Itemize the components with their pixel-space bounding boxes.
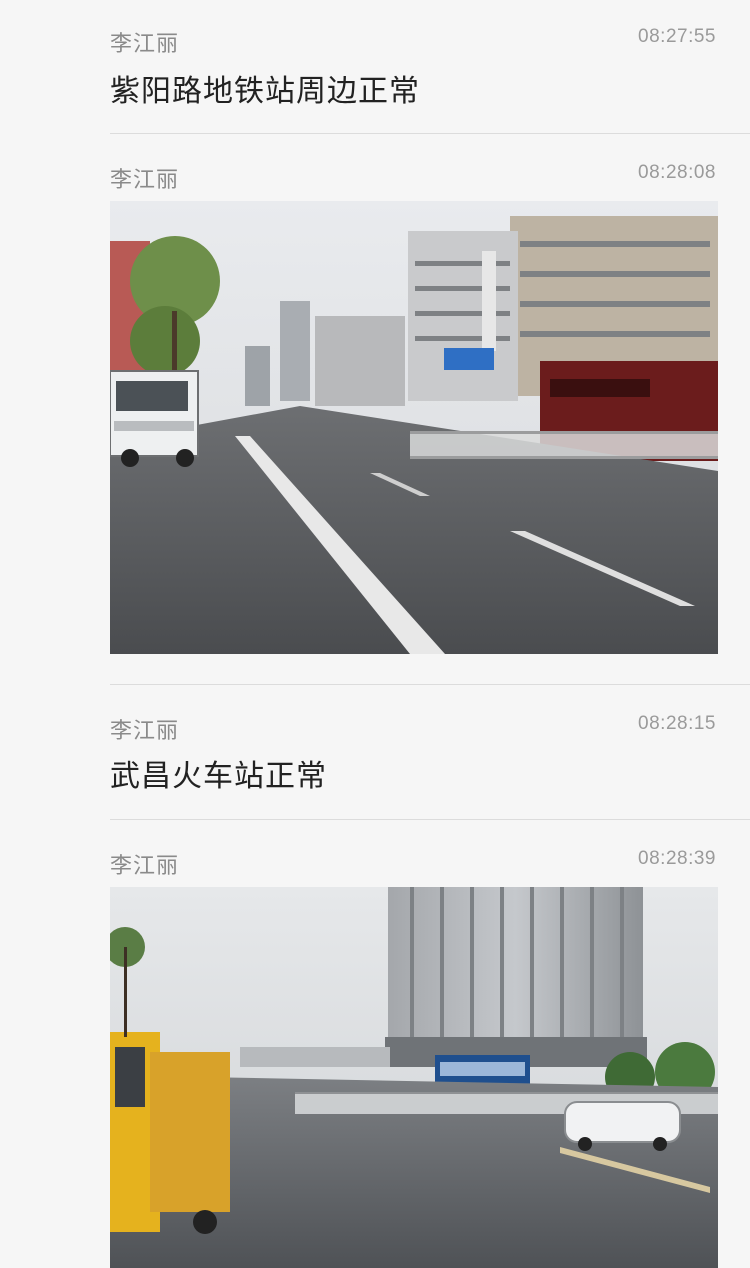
street-photo[interactable] [110,887,718,1268]
sender-name: 李江丽 [110,854,180,879]
message-item[interactable]: 李江丽 08:28:08 [110,134,750,684]
message-item[interactable]: 李江丽 08:28:39 [110,820,750,1268]
photo-image [110,201,718,654]
message-time: 08:27:55 [638,26,716,47]
sender-name: 李江丽 [110,168,180,193]
message-text[interactable]: 武昌火车站正常 [110,751,327,795]
message-time: 08:28:08 [638,162,716,183]
message-item[interactable]: 李江丽 08:28:15 武昌火车站正常 [110,685,750,819]
photo-image [110,887,718,1268]
sender-name: 李江丽 [110,719,180,744]
street-photo[interactable] [110,201,718,654]
sender-name: 李江丽 [110,32,180,57]
message-text[interactable]: 紫阳路地铁站周边正常 [110,66,420,110]
message-feed: 李江丽 08:27:55 紫阳路地铁站周边正常 李江丽 08:28:08 李江丽… [0,0,750,1268]
message-time: 08:28:15 [638,713,716,734]
message-time: 08:28:39 [638,848,716,869]
message-item[interactable]: 李江丽 08:27:55 紫阳路地铁站周边正常 [110,0,750,134]
